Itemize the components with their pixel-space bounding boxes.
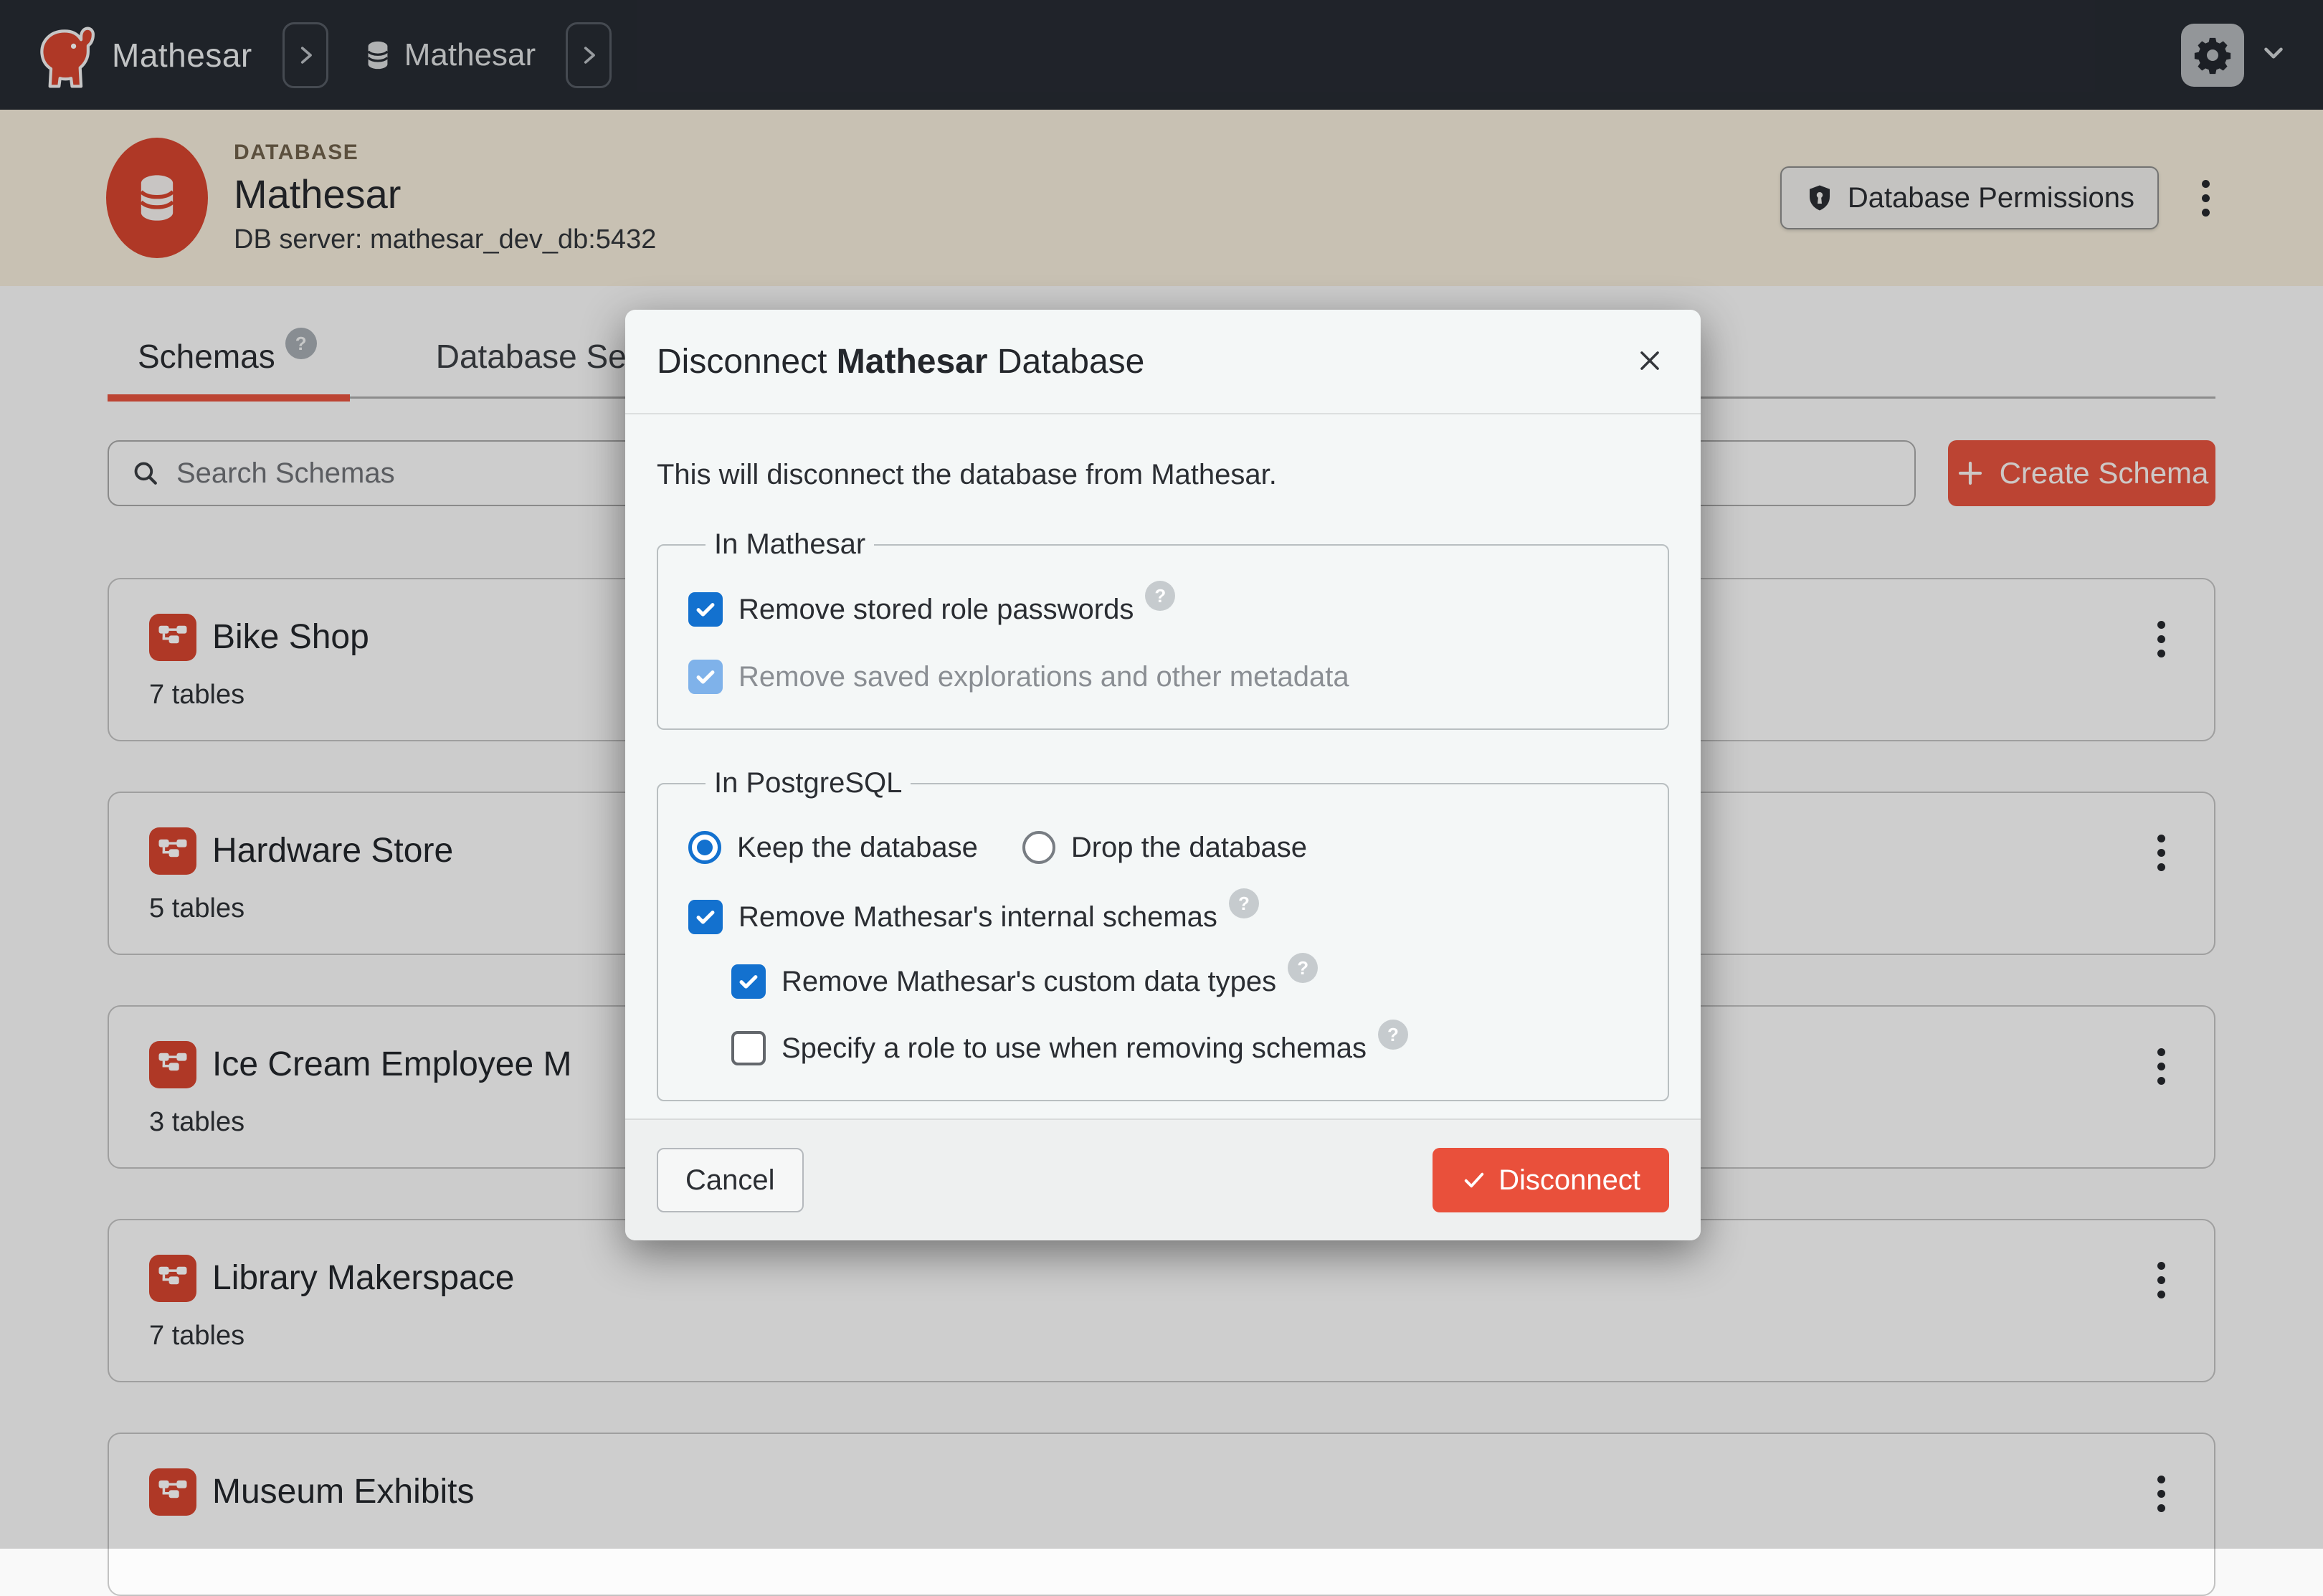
modal-title: Disconnect Mathesar Database: [657, 342, 1144, 381]
checkbox-checked-icon[interactable]: [731, 964, 766, 999]
disconnect-button[interactable]: Disconnect: [1433, 1148, 1669, 1212]
checkbox-checked-icon[interactable]: [688, 900, 723, 934]
radio-keep-the-database[interactable]: Keep the database: [688, 831, 978, 864]
cancel-button[interactable]: Cancel: [657, 1148, 804, 1212]
option-remove-stored-role-passwords[interactable]: Remove stored role passwords ?: [688, 592, 1638, 627]
modal-intro-text: This will disconnect the database from M…: [657, 459, 1669, 491]
in-postgresql-legend: In PostgreSQL: [706, 767, 911, 799]
option-specify-role[interactable]: Specify a role to use when removing sche…: [731, 1031, 1638, 1065]
disconnect-database-modal: Disconnect Mathesar Database This will d…: [625, 310, 1701, 1240]
checkbox-unchecked-icon[interactable]: [731, 1031, 766, 1065]
in-mathesar-group: In Mathesar Remove stored role passwords…: [657, 528, 1669, 730]
modal-footer: Cancel Disconnect: [625, 1118, 1701, 1240]
modal-body: This will disconnect the database from M…: [625, 459, 1701, 1101]
radio-unselected-icon[interactable]: [1022, 831, 1055, 864]
option-remove-saved-explorations: Remove saved explorations and other meta…: [688, 660, 1638, 694]
in-mathesar-legend: In Mathesar: [706, 528, 874, 561]
radio-drop-the-database[interactable]: Drop the database: [1022, 831, 1307, 864]
modal-header: Disconnect Mathesar Database: [625, 310, 1701, 414]
help-icon[interactable]: ?: [1378, 1020, 1408, 1050]
radio-selected-icon[interactable]: [688, 831, 721, 864]
checkbox-checked-icon[interactable]: [688, 592, 723, 627]
database-fate-radio-group: Keep the database Drop the database: [688, 831, 1638, 864]
close-icon: [1636, 347, 1663, 374]
help-icon[interactable]: ?: [1145, 581, 1175, 611]
help-icon[interactable]: ?: [1288, 953, 1318, 983]
option-remove-internal-schemas[interactable]: Remove Mathesar's internal schemas ?: [688, 900, 1638, 934]
in-postgresql-group: In PostgreSQL Keep the database Drop the…: [657, 767, 1669, 1101]
check-icon: [1461, 1167, 1487, 1193]
help-icon[interactable]: ?: [1229, 888, 1259, 918]
checkbox-checked-disabled-icon: [688, 660, 723, 694]
close-button[interactable]: [1630, 341, 1669, 382]
option-remove-custom-data-types[interactable]: Remove Mathesar's custom data types ?: [731, 964, 1638, 999]
